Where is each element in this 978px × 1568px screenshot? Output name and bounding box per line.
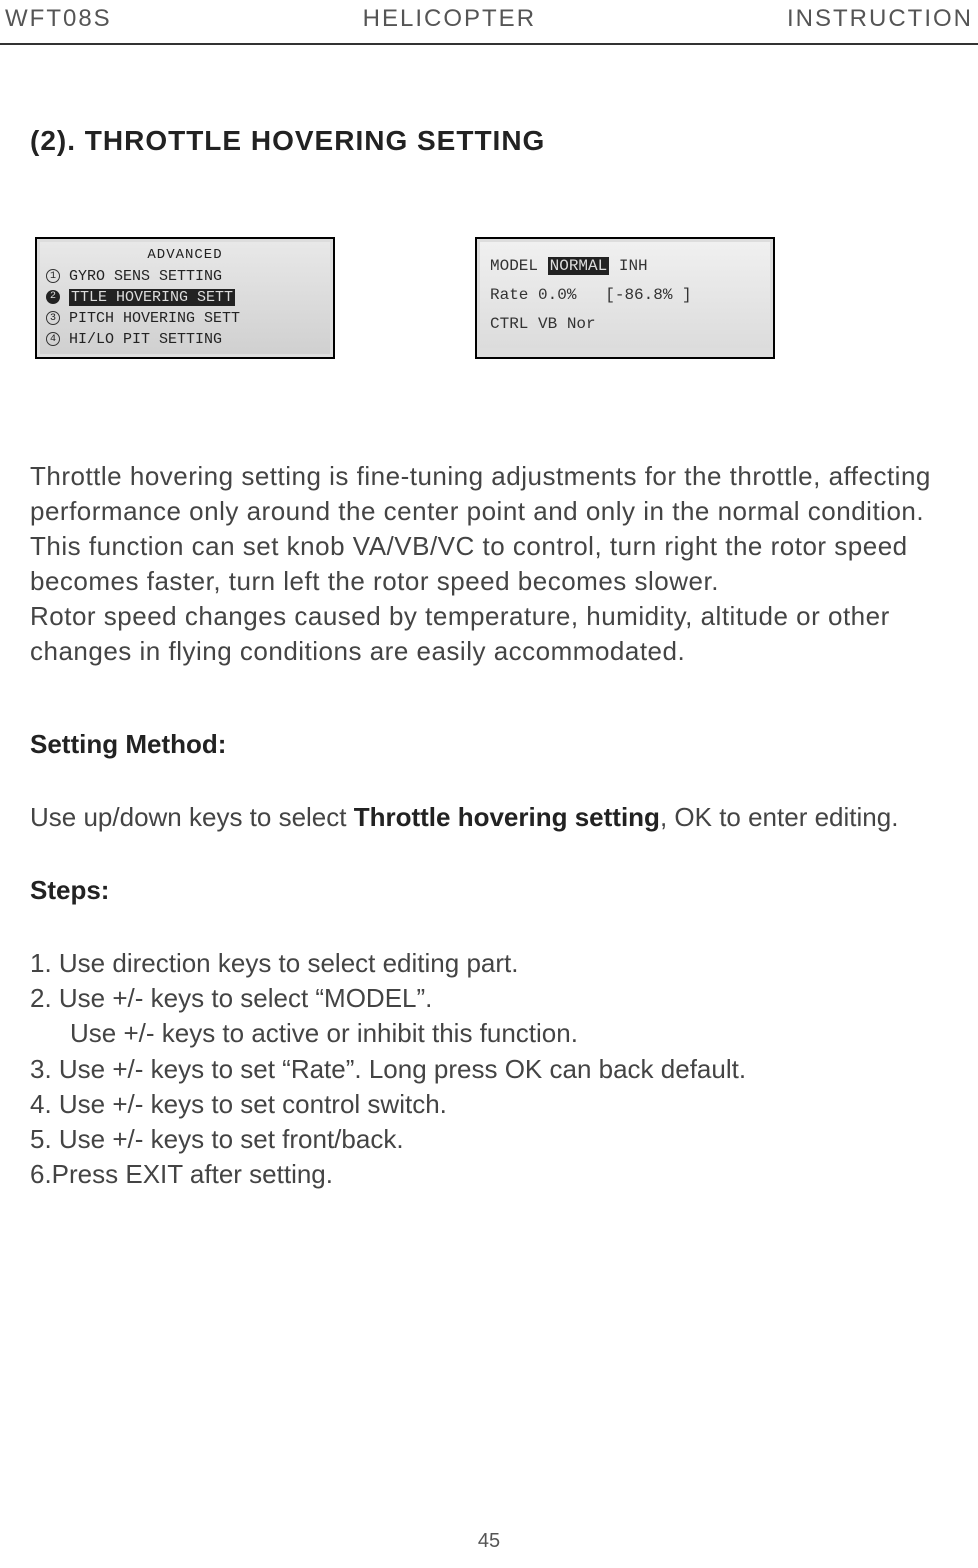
intro-post: , OK to enter editing. — [660, 802, 898, 832]
steps-list: 1. Use direction keys to select editing … — [30, 946, 948, 1192]
step-4: 4. Use +/- keys to set control switch. — [30, 1087, 948, 1122]
lcd-screen-advanced-menu: ADVANCED 1 GYRO SENS SETTING 2 TTLE HOVE… — [35, 237, 335, 359]
step-5: 5. Use +/- keys to set front/back. — [30, 1122, 948, 1157]
menu-number-icon: 2 — [46, 290, 60, 304]
lcd-ctrl-row: CTRL VB Nor — [490, 310, 760, 339]
menu-number-icon: 1 — [46, 269, 60, 283]
lcd-menu-item-2-selected: 2 TTLE HOVERING SETT — [46, 287, 324, 308]
menu-number-icon: 4 — [46, 332, 60, 346]
description-paragraph-1: Throttle hovering setting is fine-tuning… — [30, 461, 931, 596]
lcd-model-state: INH — [619, 257, 648, 275]
step-1: 1. Use direction keys to select editing … — [30, 946, 948, 981]
lcd-menu-label: HI/LO PIT SETTING — [69, 331, 222, 348]
step-2b: Use +/- keys to active or inhibit this f… — [30, 1016, 948, 1051]
description-text: Throttle hovering setting is fine-tuning… — [30, 459, 948, 670]
lcd-rate-bracket: [-86.8% ] — [605, 286, 691, 304]
lcd-menu-item-1: 1 GYRO SENS SETTING — [46, 266, 324, 287]
setting-method-intro: Use up/down keys to select Throttle hove… — [30, 800, 948, 835]
lcd-model-value: NORMAL — [548, 257, 610, 275]
steps-heading: Steps: — [30, 875, 948, 906]
lcd-menu-item-4: 4 HI/LO PIT SETTING — [46, 329, 324, 350]
lcd-rate-row: Rate 0.0% [-86.8% ] — [490, 281, 760, 310]
lcd-model-row: MODEL NORMAL INH — [490, 252, 760, 281]
step-2: 2. Use +/- keys to select “MODEL”. — [30, 981, 948, 1016]
header-category: HELICOPTER — [363, 5, 536, 33]
lcd-screen-throttle-setting: MODEL NORMAL INH Rate 0.0% [-86.8% ] CTR… — [475, 237, 775, 359]
page-content: (2). THROTTLE HOVERING SETTING ADVANCED … — [0, 45, 978, 1192]
step-3: 3. Use +/- keys to set “Rate”. Long pres… — [30, 1052, 948, 1087]
page-header: WFT08S HELICOPTER INSTRUCTION — [0, 0, 978, 45]
lcd-menu-item-3: 3 PITCH HOVERING SETT — [46, 308, 324, 329]
lcd-rate-label: Rate — [490, 286, 528, 304]
page-number: 45 — [478, 1530, 500, 1553]
menu-number-icon: 3 — [46, 311, 60, 325]
lcd-menu-label: TTLE HOVERING SETT — [69, 289, 235, 306]
lcd-menu-label: PITCH HOVERING SETT — [69, 310, 240, 327]
step-6: 6.Press EXIT after setting. — [30, 1157, 948, 1192]
lcd-model-label: MODEL — [490, 257, 538, 275]
section-title: (2). THROTTLE HOVERING SETTING — [30, 125, 948, 157]
description-paragraph-2: Rotor speed changes caused by temperatur… — [30, 601, 890, 666]
lcd-ctrl-label: CTRL — [490, 315, 528, 333]
lcd-ctrl-value: VB Nor — [538, 315, 596, 333]
lcd-menu-label: GYRO SENS SETTING — [69, 268, 222, 285]
intro-pre: Use up/down keys to select — [30, 802, 354, 832]
lcd-screens-row: ADVANCED 1 GYRO SENS SETTING 2 TTLE HOVE… — [30, 237, 948, 359]
lcd-rate-value: 0.0% — [538, 286, 576, 304]
lcd-advanced-title: ADVANCED — [46, 246, 324, 266]
intro-bold: Throttle hovering setting — [354, 802, 660, 832]
header-model: WFT08S — [5, 5, 112, 33]
setting-method-heading: Setting Method: — [30, 729, 948, 760]
header-type: INSTRUCTION — [787, 5, 973, 33]
